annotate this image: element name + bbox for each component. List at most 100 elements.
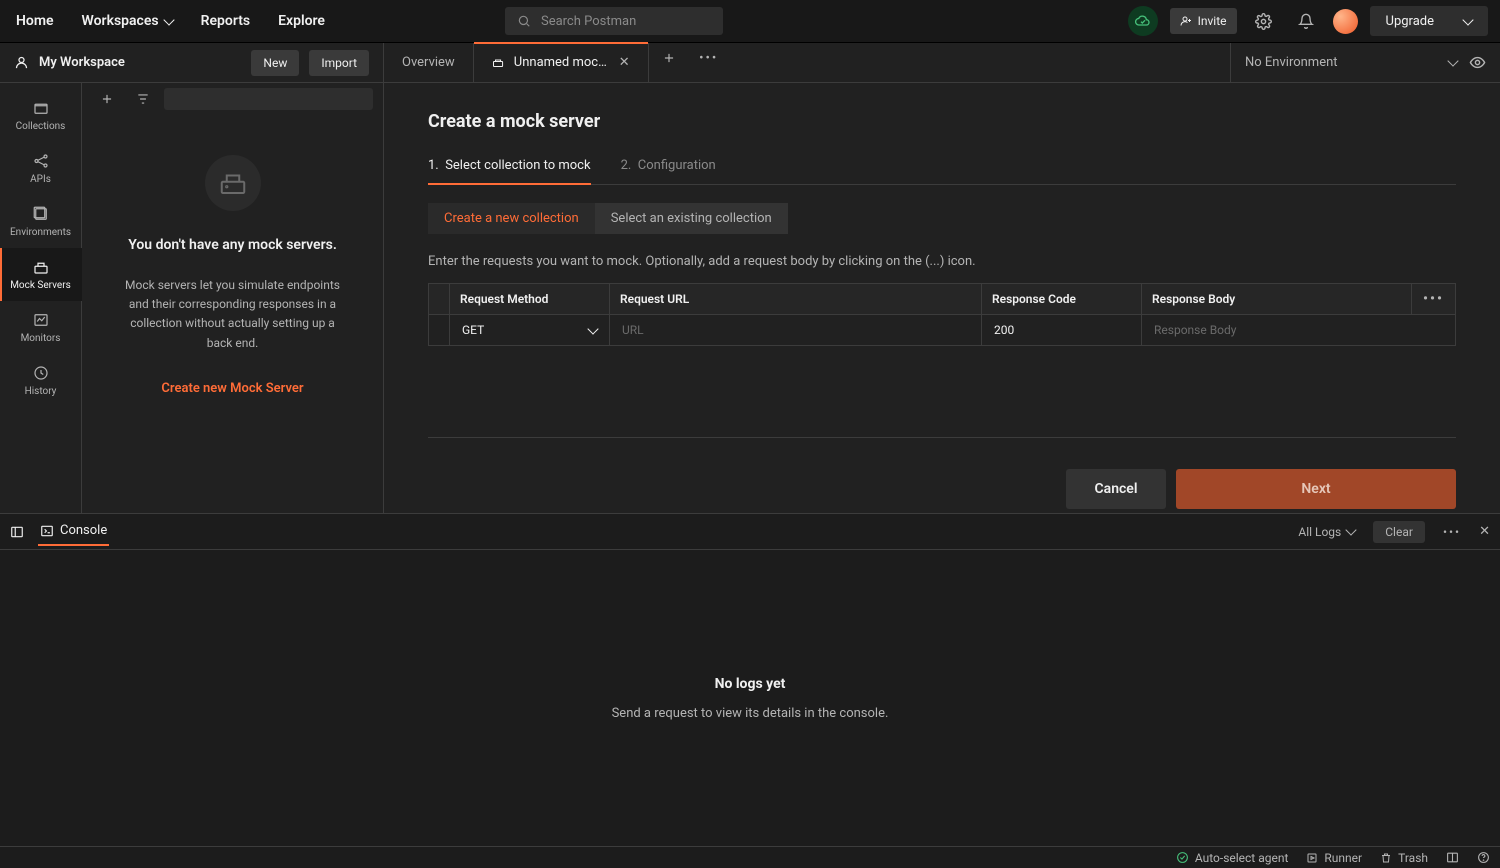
search-icon — [517, 14, 531, 28]
agent-status[interactable]: Auto-select agent — [1176, 851, 1289, 865]
rail-environments[interactable]: Environments — [0, 195, 82, 248]
hint-text: Enter the requests you want to mock. Opt… — [428, 254, 1456, 269]
chevron-down-icon — [163, 14, 174, 25]
plus-icon — [100, 92, 114, 106]
console-tab[interactable]: Console — [38, 517, 109, 546]
search-placeholder: Search Postman — [541, 14, 636, 29]
import-button[interactable]: Import — [309, 50, 369, 76]
empty-desc: Mock servers let you simulate endpoints … — [118, 276, 347, 353]
th-body: Response Body — [1142, 284, 1412, 315]
dots-icon: ••• — [699, 51, 718, 66]
close-icon[interactable]: ✕ — [619, 55, 630, 70]
chevron-down-icon — [1346, 524, 1357, 535]
trash-button[interactable]: Trash — [1380, 851, 1428, 865]
settings-button[interactable] — [1249, 6, 1279, 36]
create-mock-link[interactable]: Create new Mock Server — [161, 381, 303, 396]
nav-workspaces[interactable]: Workspaces — [82, 13, 173, 29]
cloud-sync-icon — [1135, 13, 1151, 29]
url-input[interactable] — [610, 315, 981, 345]
status-bar: Auto-select agent Runner Trash — [0, 846, 1500, 868]
th-method: Request Method — [450, 284, 610, 315]
invite-label: Invite — [1198, 14, 1227, 28]
upgrade-button[interactable]: Upgrade — [1370, 6, 1488, 36]
user-avatar[interactable] — [1333, 9, 1358, 34]
global-search[interactable]: Search Postman — [505, 7, 723, 35]
panel-icon[interactable] — [10, 525, 24, 539]
divider — [428, 437, 1456, 438]
console-tab-label: Console — [60, 523, 107, 538]
side-search[interactable] — [164, 88, 373, 110]
notifications-button[interactable] — [1291, 6, 1321, 36]
side-panel: You don't have any mock servers. Mock se… — [82, 83, 384, 513]
new-tab-button[interactable] — [649, 43, 689, 73]
create-mock-button[interactable] — [92, 84, 122, 114]
cancel-button[interactable]: Cancel — [1066, 469, 1166, 509]
workspace-name[interactable]: My Workspace — [39, 55, 241, 70]
chevron-down-icon — [587, 323, 598, 334]
trash-label: Trash — [1398, 851, 1428, 865]
terminal-icon — [40, 524, 54, 538]
eye-icon[interactable] — [1469, 54, 1486, 71]
nav-reports[interactable]: Reports — [201, 13, 251, 29]
th-code: Response Code — [982, 284, 1142, 315]
empty-title: You don't have any mock servers. — [128, 235, 337, 256]
rail-history[interactable]: History — [0, 354, 82, 407]
rail-label: History — [25, 386, 57, 397]
subtab-select-existing[interactable]: Select an existing collection — [595, 203, 788, 234]
rail-collections[interactable]: Collections — [0, 89, 82, 142]
two-pane-button[interactable] — [1446, 851, 1459, 864]
rail-label: Mock Servers — [10, 280, 71, 291]
new-button[interactable]: New — [251, 50, 299, 76]
code-input[interactable] — [982, 315, 1141, 345]
step-configuration[interactable]: 2. Configuration — [621, 148, 716, 184]
console-close-button[interactable]: ✕ — [1479, 524, 1490, 539]
history-icon — [32, 364, 50, 382]
rail-monitors[interactable]: Monitors — [0, 301, 82, 354]
body-input[interactable] — [1142, 315, 1455, 345]
subtab-create-new[interactable]: Create a new collection — [428, 203, 595, 234]
server-icon — [32, 258, 50, 276]
tab-overview[interactable]: Overview — [384, 43, 474, 82]
next-button[interactable]: Next — [1176, 469, 1456, 509]
tab-unnamed-mock[interactable]: Unnamed mock se... ✕ — [474, 43, 649, 82]
invite-button[interactable]: Invite — [1170, 8, 1237, 34]
clear-button[interactable]: Clear — [1373, 521, 1425, 543]
runner-button[interactable]: Runner — [1306, 851, 1362, 865]
nav-explore[interactable]: Explore — [278, 13, 325, 29]
agent-label: Auto-select agent — [1195, 851, 1289, 865]
row-checkbox[interactable] — [429, 315, 450, 346]
chevron-down-icon — [1447, 55, 1458, 66]
rail-apis[interactable]: APIs — [0, 142, 82, 195]
tab-mock-label: Unnamed mock se... — [514, 55, 609, 70]
console-panel: Console All Logs Clear ••• ✕ No logs yet… — [0, 513, 1500, 846]
env-icon — [32, 205, 50, 223]
trash-icon — [1380, 852, 1392, 864]
method-value: GET — [462, 323, 484, 337]
log-filter-label: All Logs — [1298, 525, 1341, 539]
user-plus-icon — [1180, 15, 1192, 27]
server-icon — [492, 55, 504, 70]
console-more-button[interactable]: ••• — [1443, 525, 1461, 539]
filter-button[interactable] — [128, 84, 158, 114]
help-button[interactable] — [1477, 851, 1490, 864]
main-area: Collections APIs Environments Mock Serve… — [0, 83, 1500, 513]
rail-label: APIs — [30, 174, 51, 185]
method-select[interactable]: GET — [450, 315, 609, 345]
th-more[interactable]: ••• — [1412, 284, 1456, 315]
environment-selector[interactable]: No Environment — [1230, 43, 1500, 82]
runner-label: Runner — [1324, 851, 1362, 865]
step-select-collection[interactable]: 1. Select collection to mock — [428, 148, 591, 185]
sync-status-icon[interactable] — [1128, 6, 1158, 36]
rail-mock-servers[interactable]: Mock Servers — [0, 248, 82, 301]
tab-options-button[interactable]: ••• — [689, 43, 729, 73]
bell-icon — [1298, 13, 1314, 29]
check-circle-icon — [1176, 851, 1189, 864]
filter-icon — [136, 92, 150, 106]
th-url: Request URL — [610, 284, 982, 315]
console-empty-title: No logs yet — [715, 676, 786, 692]
layout-icon — [1446, 851, 1459, 864]
rail-label: Environments — [10, 227, 71, 238]
nav-home[interactable]: Home — [16, 13, 54, 29]
log-filter[interactable]: All Logs — [1298, 525, 1355, 539]
play-icon — [1306, 852, 1318, 864]
